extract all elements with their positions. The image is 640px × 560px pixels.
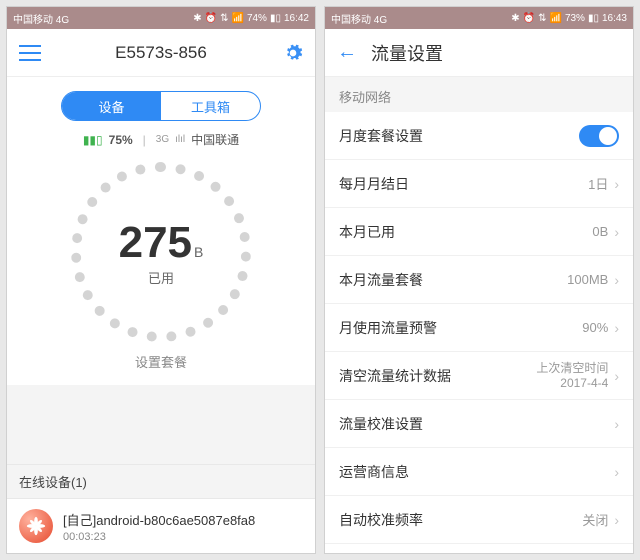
carrier-label: 中国移动 4G: [13, 11, 69, 26]
chevron-right-icon: ›: [614, 416, 619, 432]
clock: 16:43: [602, 13, 627, 24]
status-row: ▮▮▯ 75% | 3G ılıl 中国联通: [7, 131, 315, 148]
page-title: 流量设置: [371, 40, 443, 66]
battery-icon: ▮▯: [588, 13, 599, 24]
page-title: E5573s-856: [51, 43, 271, 63]
wifi-icon: ⇅: [538, 13, 546, 24]
cell-used-month[interactable]: 本月已用 0B›: [325, 208, 633, 256]
status-bar: 中国移动 4G ✱ ⏰ ⇅ 📶 73% ▮▯ 16:43: [325, 7, 633, 29]
cell-calib[interactable]: 流量校准设置 ›: [325, 400, 633, 448]
tab-toolbox[interactable]: 工具箱: [161, 92, 260, 120]
cell-plan-month[interactable]: 本月流量套餐 100MB›: [325, 256, 633, 304]
menu-button[interactable]: [19, 45, 51, 61]
battery-icon: ▮▮▯: [83, 133, 103, 147]
alarm-icon: ⏰: [205, 13, 217, 24]
cell-auto-freq[interactable]: 自动校准频率 关闭›: [325, 496, 633, 544]
signal-icon: 📶: [231, 13, 243, 24]
device-row[interactable]: [自己]android-b80c6ae5087e8fa8 00:03:23: [7, 499, 315, 553]
settings-screen: 中国移动 4G ✱ ⏰ ⇅ 📶 73% ▮▯ 16:43 ← 流量设置 移动网络…: [324, 6, 634, 554]
cell-clear[interactable]: 清空流量统计数据 上次清空时间2017-4-4›: [325, 352, 633, 400]
chevron-right-icon: ›: [614, 176, 619, 192]
settings-list: 移动网络 月度套餐设置 每月月结日 1日› 本月已用 0B› 本月流量套餐 10…: [325, 77, 633, 544]
set-plan-link[interactable]: 设置套餐: [7, 352, 315, 371]
clock: 16:42: [284, 13, 309, 24]
bluetooth-icon: ✱: [511, 13, 519, 24]
settings-button[interactable]: [271, 43, 303, 63]
chevron-right-icon: ›: [614, 272, 619, 288]
battery-pct: 75%: [109, 133, 133, 147]
chevron-right-icon: ›: [614, 368, 619, 384]
cell-warn[interactable]: 月使用流量预警 90%›: [325, 304, 633, 352]
chevron-right-icon: ›: [614, 512, 619, 528]
signal-icon: 📶: [549, 13, 561, 24]
carrier-label: 中国移动 4G: [331, 11, 387, 26]
huawei-icon: [19, 509, 53, 543]
usage-unit: B: [194, 244, 203, 260]
chevron-right-icon: ›: [614, 320, 619, 336]
usage-dial[interactable]: 275 B 已用: [71, 162, 251, 342]
toggle-on[interactable]: [579, 125, 619, 147]
cell-op-info[interactable]: 运营商信息 ›: [325, 448, 633, 496]
usage-value: 275: [119, 218, 192, 268]
chevron-right-icon: ›: [614, 464, 619, 480]
status-bar: 中国移动 4G ✱ ⏰ ⇅ 📶 74% ▮▯ 16:42: [7, 7, 315, 29]
battery-pct: 74%: [247, 13, 267, 24]
back-button[interactable]: ←: [337, 41, 357, 64]
segmented-control: 设备 工具箱: [61, 91, 261, 121]
device-name: [自己]android-b80c6ae5087e8fa8: [63, 510, 255, 529]
battery-icon: ▮▯: [270, 13, 281, 24]
titlebar: ← 流量设置: [325, 29, 633, 77]
tab-device[interactable]: 设备: [62, 92, 161, 120]
group-header: 移动网络: [325, 77, 633, 112]
network-type: 3G: [156, 134, 169, 145]
chevron-right-icon: ›: [614, 224, 619, 240]
battery-pct: 73%: [565, 13, 585, 24]
device-duration: 00:03:23: [63, 531, 255, 543]
operator-label: 中国联通: [191, 131, 239, 148]
alarm-icon: ⏰: [523, 13, 535, 24]
bluetooth-icon: ✱: [193, 13, 201, 24]
cell-monthly-plan[interactable]: 月度套餐设置: [325, 112, 633, 160]
cell-bill-day[interactable]: 每月月结日 1日›: [325, 160, 633, 208]
signal-bars: ılıl: [175, 134, 185, 145]
titlebar: E5573s-856: [7, 29, 315, 77]
online-devices-header: 在线设备(1): [7, 464, 315, 499]
wifi-icon: ⇅: [220, 13, 228, 24]
device-screen: 中国移动 4G ✱ ⏰ ⇅ 📶 74% ▮▯ 16:42 E5573s-856 …: [6, 6, 316, 554]
usage-label: 已用: [148, 268, 174, 287]
